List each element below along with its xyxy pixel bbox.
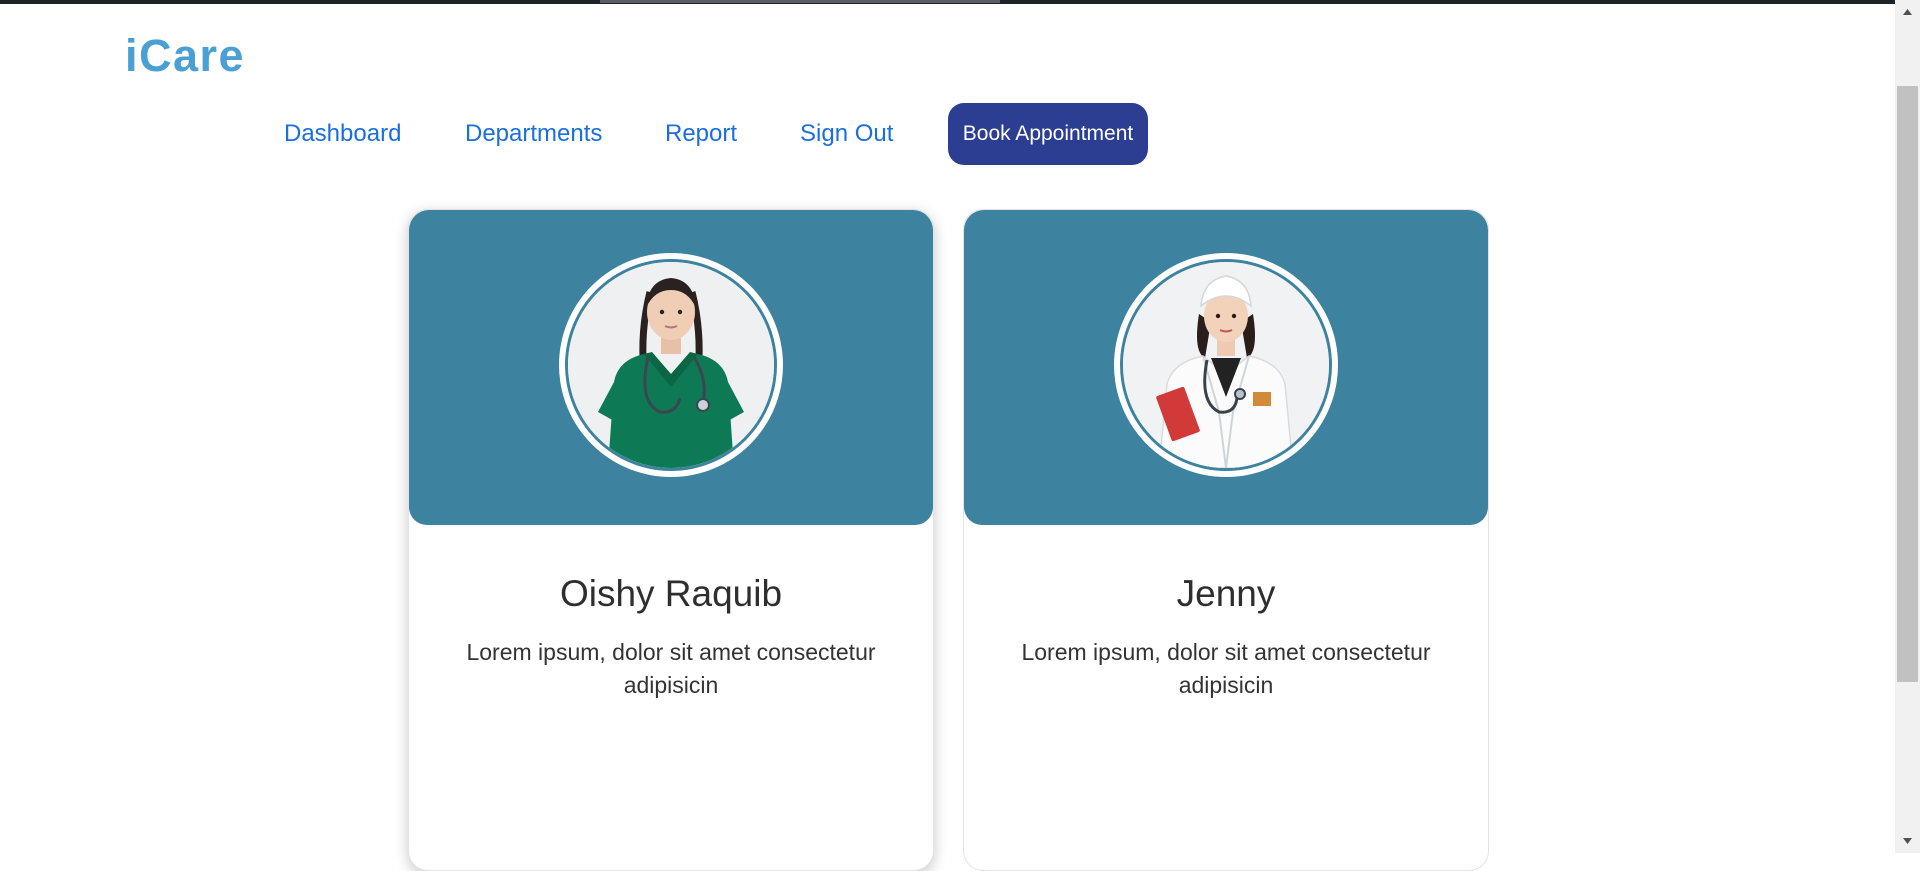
doctor-green-scrubs-photo	[568, 262, 774, 468]
doctor-description: Lorem ipsum, dolor sit amet consectetur …	[1021, 639, 1431, 698]
page-scrollbar[interactable]	[1895, 0, 1920, 853]
nav-link-report[interactable]: Report	[665, 103, 737, 165]
card-header	[409, 210, 933, 525]
book-appointment-button[interactable]: Book Appointment	[948, 103, 1148, 165]
main-nav: Dashboard Departments Report Sign Out Bo…	[0, 103, 1890, 165]
scrollbar-thumb[interactable]	[1897, 86, 1918, 682]
avatar-ring	[559, 253, 783, 477]
doctor-card[interactable]: Jenny Lorem ipsum, dolor sit amet consec…	[963, 209, 1489, 871]
avatar-ring	[1114, 253, 1338, 477]
nav-link-dashboard[interactable]: Dashboard	[284, 103, 401, 165]
doctor-name: Oishy Raquib	[559, 573, 783, 614]
card-header	[964, 210, 1488, 525]
doctor-name: Jenny	[1176, 573, 1276, 614]
scroll-down-arrow-icon[interactable]	[1895, 829, 1920, 853]
browser-top-strip	[0, 0, 1920, 4]
doctor-white-coat-photo	[1123, 262, 1329, 468]
scroll-up-arrow-icon[interactable]	[1895, 0, 1920, 24]
nav-link-departments[interactable]: Departments	[465, 103, 602, 165]
doctor-card[interactable]: Oishy Raquib Lorem ipsum, dolor sit amet…	[408, 209, 934, 871]
doctor-description: Lorem ipsum, dolor sit amet consectetur …	[466, 639, 876, 698]
brand-logo[interactable]: iCare	[125, 28, 245, 84]
nav-link-sign-out[interactable]: Sign Out	[800, 103, 893, 165]
browser-tab-highlight	[600, 0, 1000, 3]
